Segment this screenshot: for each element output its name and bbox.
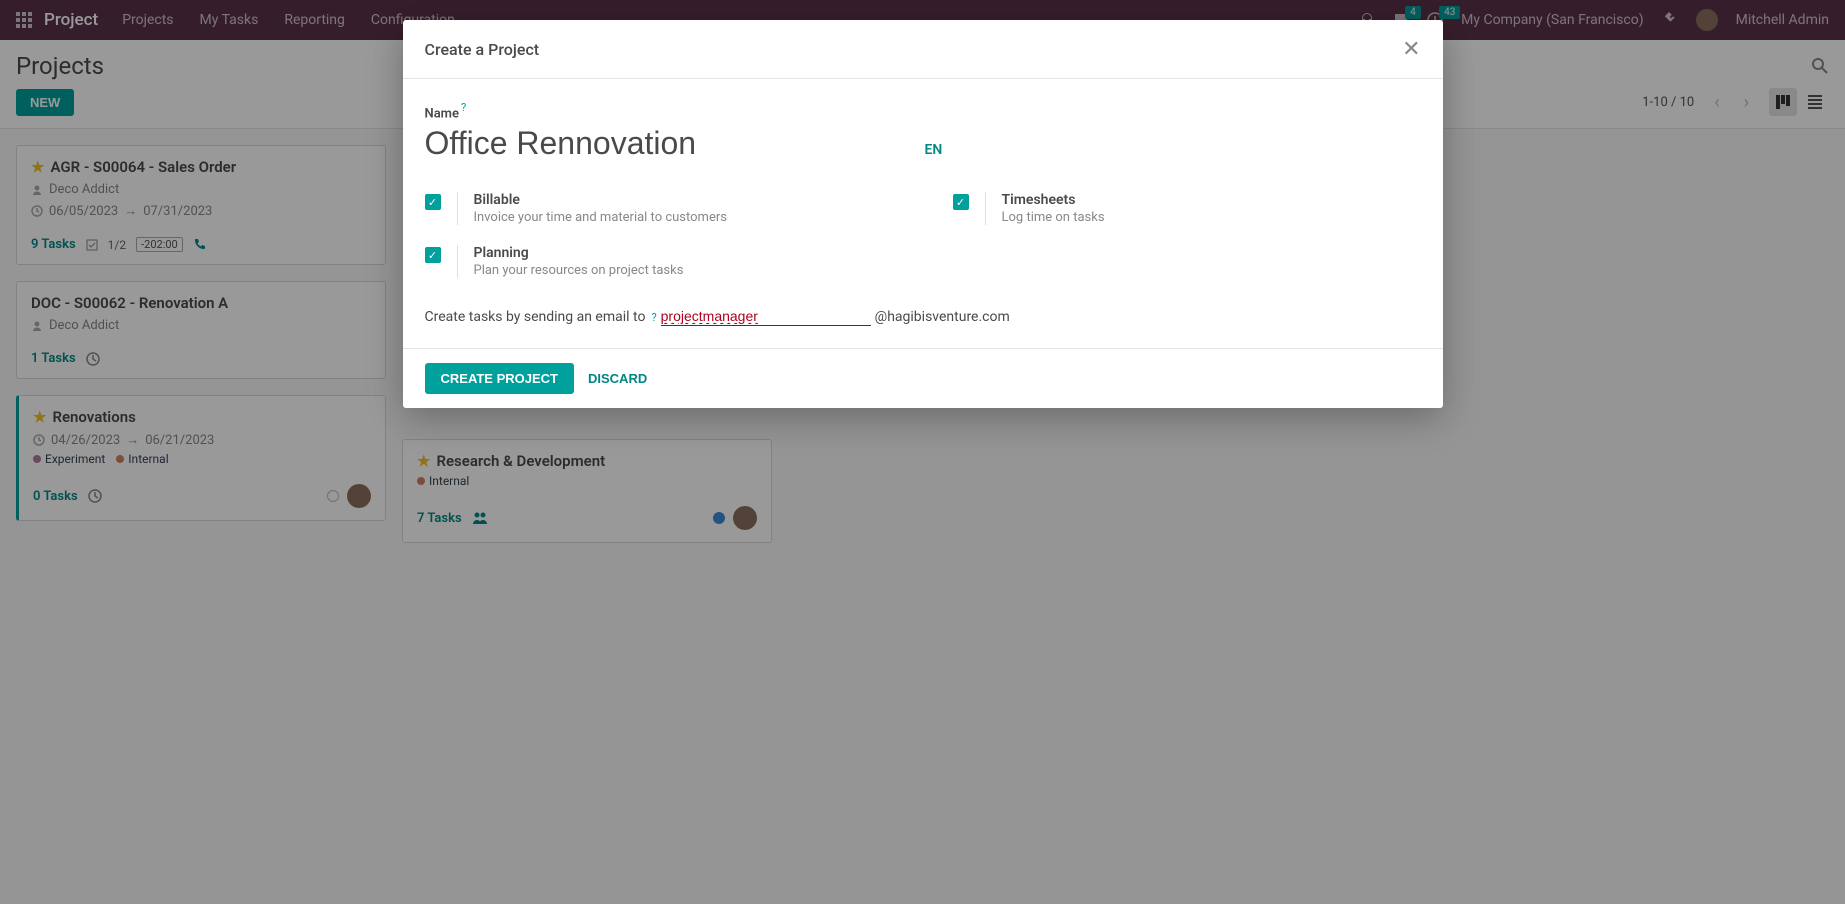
option-desc: Log time on tasks: [1002, 210, 1105, 225]
option-title: Timesheets: [1002, 192, 1105, 208]
create-project-modal: Create a Project ✕ Name? EN ✓ Billable I…: [403, 20, 1443, 408]
project-name-input[interactable]: [425, 125, 905, 162]
planning-checkbox[interactable]: ✓: [425, 247, 441, 263]
create-project-button[interactable]: CREATE PROJECT: [425, 363, 575, 394]
help-icon[interactable]: ?: [461, 101, 466, 114]
timesheets-checkbox[interactable]: ✓: [953, 194, 969, 210]
close-icon[interactable]: ✕: [1402, 36, 1420, 62]
email-domain: @hagibisventure.com: [875, 309, 1010, 325]
option-title: Planning: [474, 245, 684, 261]
help-icon[interactable]: ?: [651, 311, 656, 324]
option-desc: Invoice your time and material to custom…: [474, 210, 727, 225]
modal-title: Create a Project: [425, 40, 540, 59]
option-desc: Plan your resources on project tasks: [474, 263, 684, 278]
option-title: Billable: [474, 192, 727, 208]
billable-checkbox[interactable]: ✓: [425, 194, 441, 210]
email-label: Create tasks by sending an email to: [425, 309, 646, 325]
discard-button[interactable]: DISCARD: [588, 371, 647, 386]
email-alias-input[interactable]: [661, 308, 871, 326]
language-button[interactable]: EN: [925, 142, 943, 158]
name-label: Name: [425, 106, 459, 121]
